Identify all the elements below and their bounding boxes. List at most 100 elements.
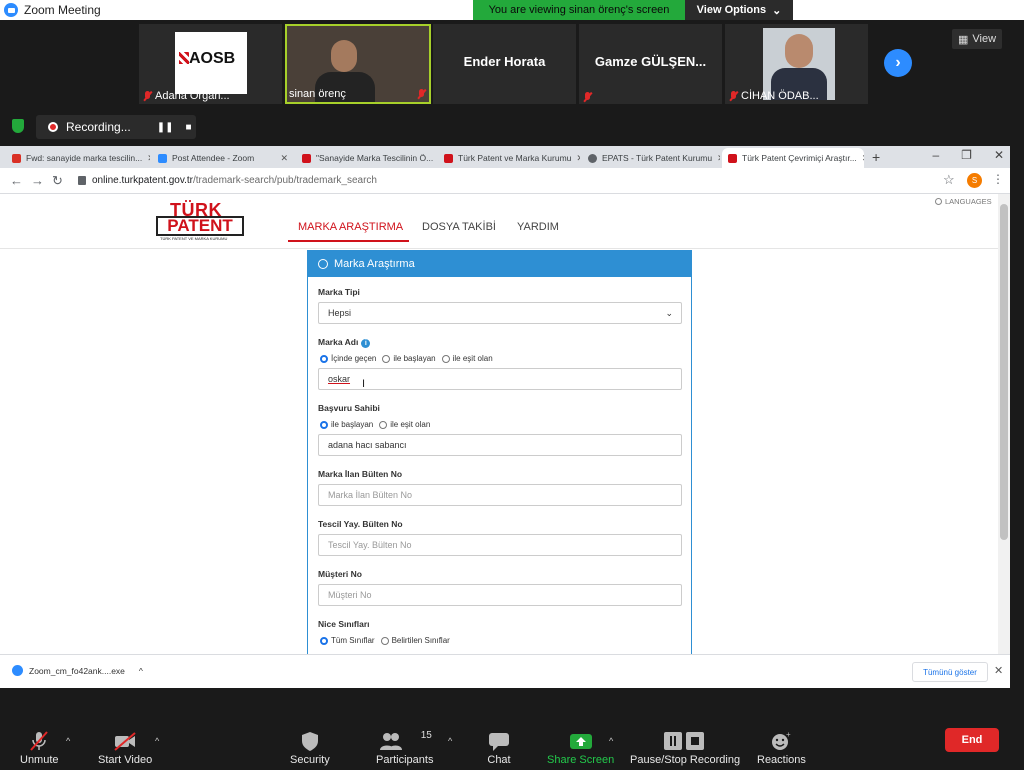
maximize-icon[interactable]: ❐ xyxy=(961,148,972,162)
close-window-icon[interactable]: ✕ xyxy=(994,148,1004,162)
close-tab-icon[interactable]: ✕ xyxy=(717,153,720,164)
video-options-caret-icon[interactable]: ^ xyxy=(155,736,159,746)
profile-avatar[interactable]: S xyxy=(967,173,982,188)
musteri-placeholder: Müşteri No xyxy=(328,590,372,600)
next-page-arrow-icon[interactable]: › xyxy=(884,49,912,77)
url-host: online.turkpatent.gov.tr xyxy=(92,175,193,186)
share-screen-label: Share Screen xyxy=(547,754,615,766)
browser-tab[interactable]: "Sanayide Marka Tescilinin Ö... ✕ xyxy=(296,148,438,168)
browser-tab[interactable]: Fwd: sanayide marka tescilin... ✕ xyxy=(6,148,150,168)
radio-ile-esit-olan[interactable] xyxy=(441,354,450,363)
tescil-input[interactable]: Tescil Yay. Bülten No xyxy=(318,534,682,556)
show-all-downloads-button[interactable]: Tümünü göster xyxy=(912,662,988,682)
participants-count: 15 xyxy=(420,730,432,741)
chat-button[interactable]: Chat xyxy=(487,730,511,766)
info-icon[interactable]: i xyxy=(361,339,371,348)
radio-ile-esit-olan[interactable] xyxy=(379,420,388,429)
marka-adi-input[interactable]: oskar xyxy=(318,368,682,390)
page-scrollbar[interactable] xyxy=(998,194,1010,654)
languages-label: LANGUAGES xyxy=(945,197,992,206)
zoom-file-icon xyxy=(12,665,23,676)
pause-stop-icon xyxy=(664,732,705,750)
download-item[interactable]: Zoom_cm_fo42ank....exe ^ xyxy=(12,665,143,676)
bookmark-star-icon[interactable]: ☆ xyxy=(943,172,955,188)
browser-menu-icon[interactable]: ⋮ xyxy=(992,172,1004,186)
forward-arrow-icon[interactable]: → xyxy=(31,173,44,188)
security-button[interactable]: Security xyxy=(290,730,330,766)
view-layout-button[interactable]: ▦ View xyxy=(952,29,1002,49)
nav-marka-arastirma[interactable]: MARKA ARAŞTIRMA xyxy=(298,221,403,233)
bulten-input[interactable]: Marka İlan Bülten No xyxy=(318,484,682,506)
mic-muted-icon xyxy=(583,92,592,102)
grid-icon: ▦ xyxy=(957,33,969,46)
participants-caret-icon[interactable]: ^ xyxy=(448,736,452,746)
reload-icon[interactable]: ↻ xyxy=(52,173,63,189)
radio-label: İçinde geçen xyxy=(331,354,377,363)
close-tab-icon[interactable]: ✕ xyxy=(862,153,864,164)
view-options-button[interactable]: View Options ⌄ xyxy=(685,0,793,20)
browser-tab-strip: Fwd: sanayide marka tescilin... ✕ Post A… xyxy=(0,146,1010,168)
languages-link[interactable]: LANGUAGES xyxy=(935,197,992,206)
bulten-label: Marka İlan Bülten No xyxy=(318,469,403,479)
share-screen-button[interactable]: Share Screen xyxy=(547,730,614,766)
musteri-input[interactable]: Müşteri No xyxy=(318,584,682,606)
browser-tab[interactable]: Post Attendee - Zoom ✕ xyxy=(152,148,294,168)
gmail-icon xyxy=(12,153,21,163)
shared-browser-window: Fwd: sanayide marka tescilin... ✕ Post A… xyxy=(0,146,1010,688)
participants-label: Participants xyxy=(376,754,434,766)
browser-tab-active[interactable]: Türk Patent Çevrimiçi Araştır... ✕ xyxy=(722,148,864,168)
url-field[interactable]: online.turkpatent.gov.tr/trademark-searc… xyxy=(92,175,377,186)
unmute-button[interactable]: Unmute xyxy=(20,730,59,766)
encryption-shield-icon xyxy=(12,119,24,133)
back-arrow-icon[interactable]: ← xyxy=(10,173,23,188)
panel-title: Marka Araştırma xyxy=(334,258,415,270)
participant-tile[interactable]: Gamze GÜLŞEN... xyxy=(579,24,722,104)
tab-title: Türk Patent Çevrimiçi Araştır... xyxy=(742,153,857,163)
minimize-icon[interactable]: – xyxy=(932,148,939,162)
participants-button[interactable]: 15 Participants xyxy=(376,730,433,766)
recording-indicator: Recording... ❚❚ ■ xyxy=(36,115,196,139)
nav-dosya-takibi[interactable]: DOSYA TAKİBİ xyxy=(422,221,496,233)
radio-label: ile başlayan xyxy=(331,420,374,429)
active-speaker-tile[interactable]: sinan örenç xyxy=(285,24,431,104)
logo-line3: TÜRK PATENT VE MARKA KURUMU xyxy=(160,236,228,241)
radio-ile-baslayan[interactable] xyxy=(382,354,391,363)
radio-ile-baslayan[interactable] xyxy=(320,420,328,429)
nice-radio-group: Tüm Sınıflar Belirtilen Sınıflar xyxy=(320,636,450,645)
stop-icon[interactable]: ■ xyxy=(185,122,191,133)
active-nav-underline xyxy=(288,240,409,242)
participant-tile[interactable]: CİHAN ÖDAB... xyxy=(725,24,868,104)
close-tab-icon[interactable]: ✕ xyxy=(280,153,288,164)
scrollbar-thumb[interactable] xyxy=(1000,204,1008,540)
close-tab-icon[interactable]: ✕ xyxy=(576,153,580,164)
participant-tile[interactable]: AOSB Adana Organ... xyxy=(139,24,282,104)
radio-icinde-gecen[interactable] xyxy=(320,354,328,363)
zoom-toolbar: Unmute ^ Start Video ^ Security 15 Parti… xyxy=(0,688,1024,770)
nav-yardim[interactable]: YARDIM xyxy=(517,221,559,233)
share-options-caret-icon[interactable]: ^ xyxy=(609,736,613,746)
close-tab-icon[interactable]: ✕ xyxy=(147,153,150,164)
pause-stop-recording-button[interactable]: Pause/Stop Recording xyxy=(630,730,740,766)
participants-icon: 15 xyxy=(379,730,432,752)
reactions-button[interactable]: + Reactions xyxy=(757,730,806,766)
audio-options-caret-icon[interactable]: ^ xyxy=(66,736,70,746)
chat-bubble-icon xyxy=(489,733,509,751)
chevron-up-icon[interactable]: ^ xyxy=(139,666,143,676)
basvuru-sahibi-input[interactable]: adana hacı sabancı xyxy=(318,434,682,456)
participant-tile[interactable]: Ender Horata xyxy=(433,24,576,104)
web-page: TÜRK PATENT TÜRK PATENT VE MARKA KURUMU … xyxy=(0,194,998,654)
close-downloads-icon[interactable]: ✕ xyxy=(994,664,1003,677)
new-tab-plus-icon[interactable]: + xyxy=(872,149,880,165)
pause-icon[interactable]: ❚❚ xyxy=(157,122,174,133)
nice-label: Nice Sınıfları xyxy=(318,619,370,629)
browser-tab[interactable]: EPATS - Türk Patent Kurumu ✕ xyxy=(582,148,720,168)
start-video-button[interactable]: Start Video xyxy=(98,730,152,766)
end-meeting-button[interactable]: End xyxy=(945,728,999,752)
turkpatent-logo[interactable]: TÜRK PATENT TÜRK PATENT VE MARKA KURUMU xyxy=(156,200,244,242)
browser-tab[interactable]: Türk Patent ve Marka Kurumu ✕ xyxy=(438,148,580,168)
marka-tipi-select[interactable]: Hepsi ⌄ xyxy=(318,302,682,324)
radio-tum-siniflar[interactable] xyxy=(320,636,328,645)
participant-name: CİHAN ÖDAB... xyxy=(741,90,819,102)
radio-belirtilen-siniflar[interactable] xyxy=(380,636,389,645)
zoom-app-icon xyxy=(4,3,18,17)
